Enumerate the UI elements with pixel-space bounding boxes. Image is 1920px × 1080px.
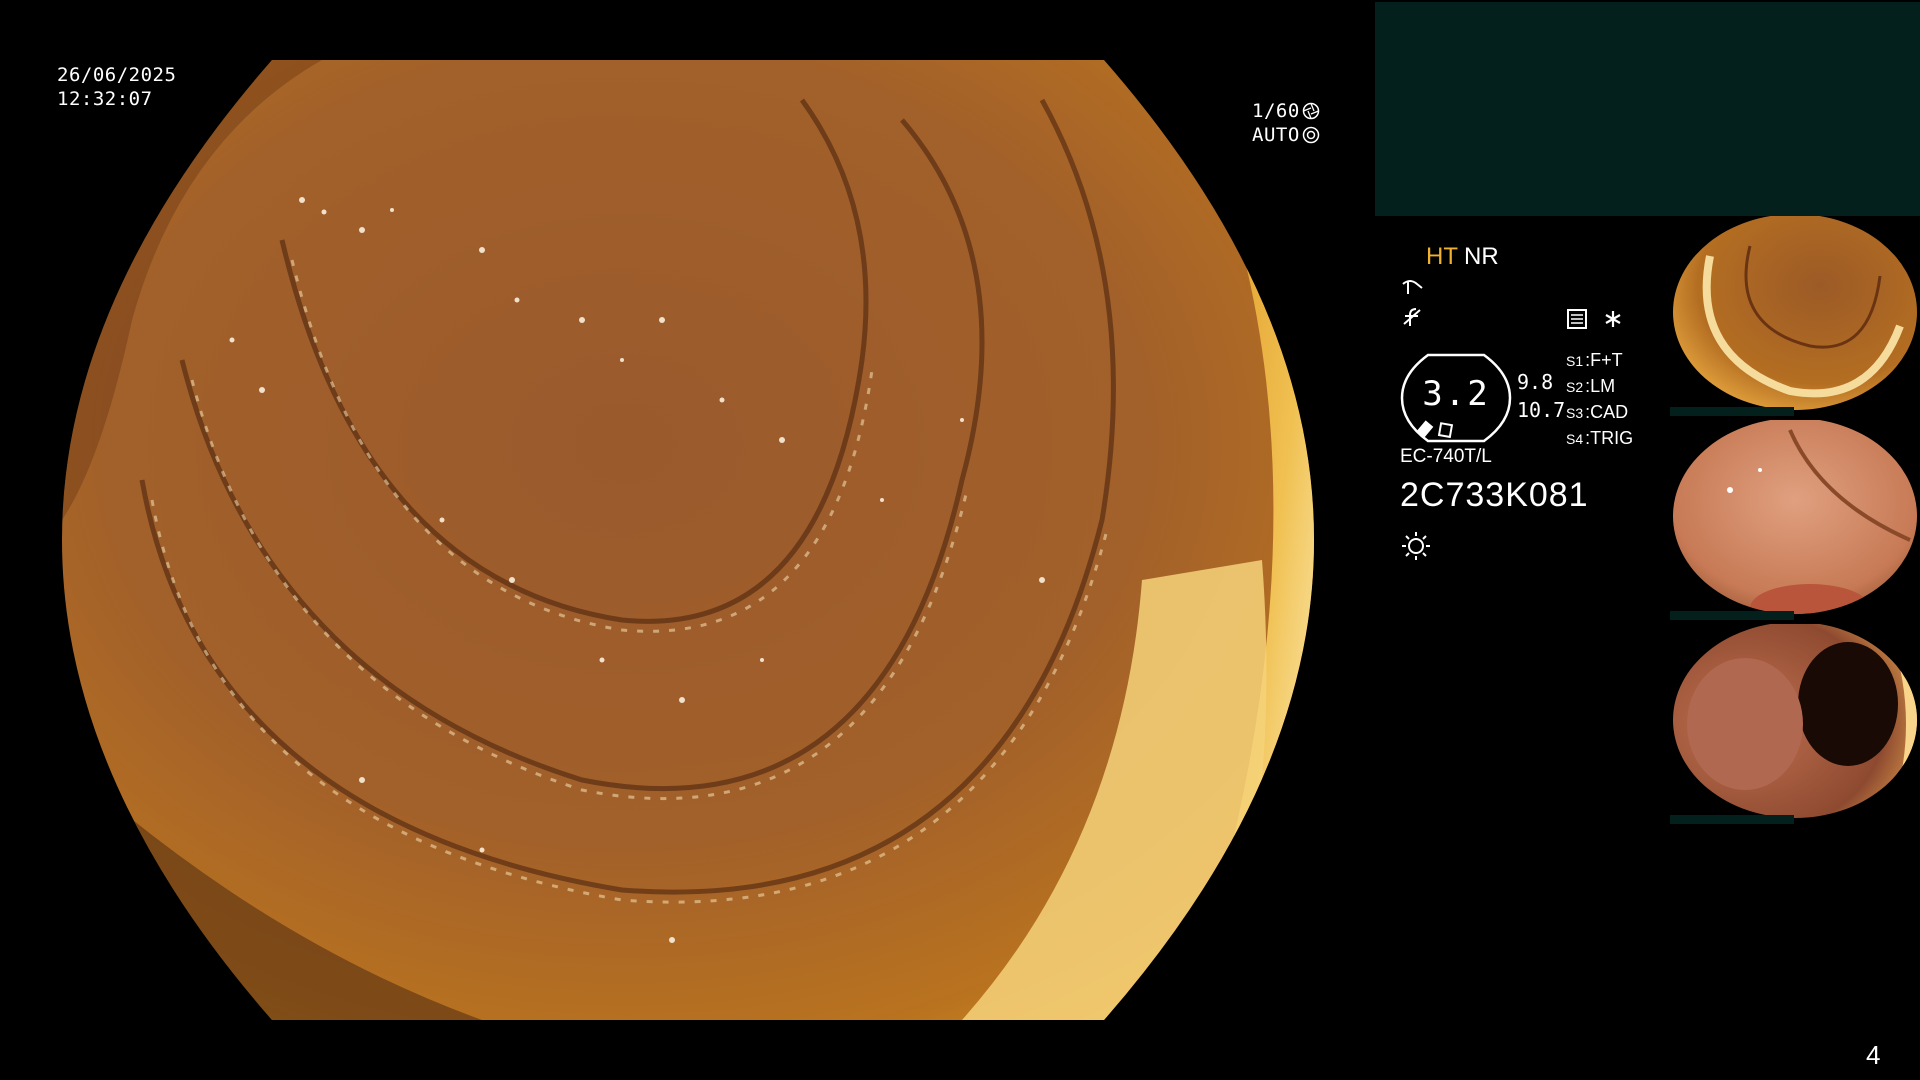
thumbnail-status-bar xyxy=(1670,407,1794,416)
side-value-bottom: 10.7 xyxy=(1517,398,1566,422)
captured-thumbnails xyxy=(1670,216,1920,828)
shutter-readout: 1/60 AUTO xyxy=(1252,99,1320,147)
thumbnail-status-bar xyxy=(1670,815,1794,824)
iris-icon xyxy=(1302,126,1320,144)
suction-icon xyxy=(1400,276,1426,298)
endoscopy-main-view xyxy=(62,60,1314,1020)
datetime-readout: 26/06/2025 12:32:07 xyxy=(57,63,176,111)
switch-row: S4:TRIG xyxy=(1566,428,1634,448)
image-mode-labels: HT NR xyxy=(1426,243,1499,271)
document-icon xyxy=(1567,309,1587,329)
scope-info-panel: HT NR 3.2 9.8 10.7 S1:F+T S2:LM S3:CAD S4… xyxy=(1400,240,1660,570)
zoom-value: 3.2 xyxy=(1422,374,1490,414)
time-text: 12:32:07 xyxy=(57,88,153,110)
scope-switch-list: S1:F+T S2:LM S3:CAD S4:TRIG xyxy=(1566,348,1633,452)
reference-panel-area xyxy=(1375,2,1920,216)
exposure-mode-text: AUTO xyxy=(1252,124,1300,146)
switch-row: S2:LM xyxy=(1566,376,1616,396)
switch-row: S3:CAD xyxy=(1566,402,1629,422)
thumbnail-colon-fold[interactable] xyxy=(1670,216,1920,416)
thumbnail-polyp-base[interactable] xyxy=(1670,420,1920,620)
mode-nr-label: NR xyxy=(1464,243,1499,270)
mode-ht-label: HT xyxy=(1426,243,1458,270)
light-source-icon xyxy=(1402,532,1430,560)
zoom-oval-indicator: 3.2 xyxy=(1400,352,1512,444)
asterisk-icon xyxy=(1605,311,1621,327)
status-icons xyxy=(1566,308,1624,330)
thumbnail-polyp-lumen[interactable] xyxy=(1670,624,1920,824)
page-number: 4 xyxy=(1866,1040,1881,1070)
oval-side-values: 9.8 10.7 xyxy=(1517,368,1565,424)
switch-row: S1:F+T xyxy=(1566,350,1623,370)
side-value-top: 9.8 xyxy=(1517,370,1554,394)
date-text: 26/06/2025 xyxy=(57,64,177,86)
freeze-icon xyxy=(1400,306,1426,328)
scope-model: EC-740T/L xyxy=(1400,446,1492,467)
scope-serial-number: 2C733K081 xyxy=(1400,476,1589,514)
shutter-icon xyxy=(1302,102,1320,120)
shutter-speed-text: 1/60 xyxy=(1252,100,1300,122)
thumbnail-status-bar xyxy=(1670,611,1794,620)
